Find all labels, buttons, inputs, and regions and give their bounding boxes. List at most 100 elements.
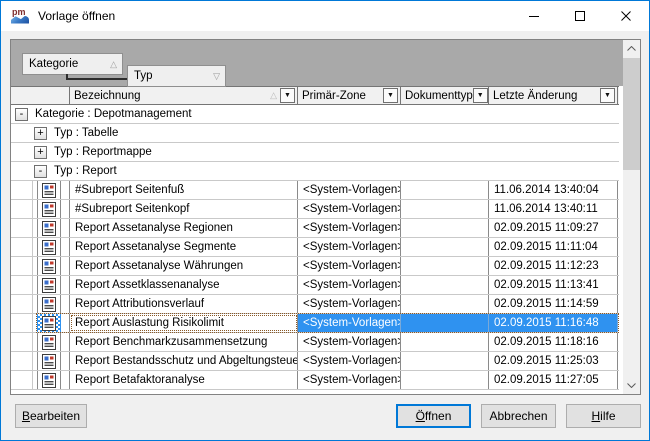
- group-row[interactable]: + Typ : Reportmappe: [11, 143, 619, 162]
- report-document-icon: [37, 238, 61, 256]
- row-letzte-aenderung: 02.09.2015 11:18:16: [489, 333, 618, 351]
- group-row[interactable]: - Kategorie : Depotmanagement: [11, 105, 619, 124]
- row-dokumenttyp: [401, 333, 489, 351]
- oeffnen-button[interactable]: Öffnen: [396, 404, 471, 428]
- row-bezeichnung: Report Assetanalyse Regionen: [70, 219, 298, 237]
- table-row[interactable]: Report Assetanalyse Währungen <System-Vo…: [11, 257, 619, 276]
- row-indicator-cell: [11, 276, 70, 294]
- row-primaer-zone: <System-Vorlagen>: [298, 371, 401, 389]
- header-letzte-aenderung[interactable]: Letzte Änderung ▼: [489, 87, 618, 104]
- tree-indent: [11, 371, 33, 389]
- table-row[interactable]: Report Assetanalyse Regionen <System-Vor…: [11, 219, 619, 238]
- row-letzte-aenderung: 11.06.2014 13:40:11: [489, 200, 618, 218]
- chevron-down-icon: ▼: [284, 92, 291, 99]
- row-letzte-aenderung: 02.09.2015 11:12:23: [489, 257, 618, 275]
- row-indicator-cell: [11, 295, 70, 313]
- app-icon: pm: [11, 9, 29, 24]
- table-row[interactable]: Report Benchmarkzusammensetzung <System-…: [11, 333, 619, 352]
- group-row[interactable]: - Typ : Report: [11, 162, 619, 181]
- filter-dropdown-button[interactable]: ▼: [383, 88, 398, 103]
- row-letzte-aenderung: 02.09.2015 11:25:03: [489, 352, 618, 370]
- row-primaer-zone: <System-Vorlagen>: [298, 238, 401, 256]
- group-row[interactable]: + Typ : Tabelle: [11, 124, 619, 143]
- header-dokumenttyp[interactable]: Dokumenttyp ▼: [401, 87, 489, 104]
- filter-dropdown-button[interactable]: ▼: [473, 88, 488, 103]
- maximize-button[interactable]: [557, 1, 603, 31]
- table-row[interactable]: Report Assetanalyse Segmente <System-Vor…: [11, 238, 619, 257]
- header-letzte-aenderung-label: Letzte Änderung: [493, 90, 577, 102]
- group-by-kategorie[interactable]: Kategorie △: [22, 53, 123, 75]
- group-by-typ[interactable]: Typ ▽: [127, 65, 226, 87]
- row-dokumenttyp: [401, 257, 489, 275]
- row-dokumenttyp: [401, 276, 489, 294]
- app-icon-wave: [11, 16, 29, 24]
- chevron-down-icon: ▼: [387, 92, 394, 99]
- app-icon-text: pm: [12, 7, 26, 17]
- table-row[interactable]: #Subreport Seitenkopf <System-Vorlagen> …: [11, 200, 619, 219]
- row-primaer-zone: <System-Vorlagen>: [298, 352, 401, 370]
- hilfe-button[interactable]: Hilfe: [566, 404, 641, 428]
- row-dokumenttyp: [401, 314, 489, 332]
- table-row[interactable]: Report Betafaktoranalyse <System-Vorlage…: [11, 371, 619, 390]
- report-document-icon: [37, 314, 61, 332]
- expand-collapse-button[interactable]: -: [34, 165, 47, 178]
- row-bezeichnung: Report Betafaktoranalyse: [70, 371, 298, 389]
- header-primaer-zone[interactable]: Primär-Zone ▼: [298, 87, 401, 104]
- scroll-up-button[interactable]: [623, 40, 640, 57]
- chevron-down-icon: ▼: [477, 92, 484, 99]
- scroll-down-button[interactable]: [623, 377, 640, 394]
- row-indicator-cell: [11, 371, 70, 389]
- sort-desc-icon: ▽: [199, 71, 220, 82]
- row-primaer-zone: <System-Vorlagen>: [298, 181, 401, 199]
- row-indicator-cell: [11, 333, 70, 351]
- abbrechen-button[interactable]: Abbrechen: [481, 404, 556, 428]
- vertical-scrollbar[interactable]: [623, 40, 640, 394]
- close-button[interactable]: [603, 1, 649, 31]
- table-row[interactable]: #Subreport Seitenfuß <System-Vorlagen> 1…: [11, 181, 619, 200]
- row-bezeichnung: Report Attributionsverlauf: [70, 295, 298, 313]
- minimize-button[interactable]: [511, 1, 557, 31]
- row-dokumenttyp: [401, 371, 489, 389]
- window-controls: [511, 1, 649, 31]
- row-indicator-cell: [11, 314, 70, 332]
- report-document-icon: [37, 371, 61, 389]
- tree-indent: [11, 238, 33, 256]
- chevron-down-icon: [627, 383, 636, 388]
- chevron-up-icon: [627, 46, 636, 51]
- row-primaer-zone: <System-Vorlagen>: [298, 295, 401, 313]
- sort-asc-icon: △: [96, 59, 117, 70]
- sort-asc-icon: △: [270, 90, 277, 101]
- table-row[interactable]: Report Auslastung Risikolimit <System-Vo…: [11, 314, 619, 333]
- row-dokumenttyp: [401, 295, 489, 313]
- filter-dropdown-button[interactable]: ▼: [600, 88, 615, 103]
- row-primaer-zone: <System-Vorlagen>: [298, 276, 401, 294]
- titlebar[interactable]: pm Vorlage öffnen: [1, 1, 649, 31]
- table-row[interactable]: Report Attributionsverlauf <System-Vorla…: [11, 295, 619, 314]
- row-indicator-cell: [11, 219, 70, 237]
- row-bezeichnung: Report Bestandsschutz und Abgeltungsteue…: [70, 352, 298, 370]
- group-label: Typ : Reportmappe: [54, 146, 152, 158]
- row-bezeichnung: #Subreport Seitenfuß: [70, 181, 298, 199]
- row-primaer-zone: <System-Vorlagen>: [298, 200, 401, 218]
- tree-indent: [11, 257, 33, 275]
- row-letzte-aenderung: 11.06.2014 13:40:04: [489, 181, 618, 199]
- row-indicator-cell: [11, 238, 70, 256]
- row-letzte-aenderung: 02.09.2015 11:09:27: [489, 219, 618, 237]
- report-document-icon: [37, 276, 61, 294]
- tree-indent: [11, 333, 33, 351]
- expand-collapse-button[interactable]: -: [15, 108, 28, 121]
- bearbeiten-button[interactable]: Bearbeiten: [15, 404, 87, 428]
- group-by-kategorie-label: Kategorie: [29, 58, 78, 70]
- table-row[interactable]: Report Assetklassenanalyse <System-Vorla…: [11, 276, 619, 295]
- scrollbar-thumb[interactable]: [623, 58, 640, 170]
- tree-indent: [11, 219, 33, 237]
- header-bezeichnung[interactable]: Bezeichnung △ ▼: [70, 87, 298, 104]
- expand-collapse-button[interactable]: +: [34, 127, 47, 140]
- table-row[interactable]: Report Bestandsschutz und Abgeltungsteue…: [11, 352, 619, 371]
- grid-rows: - Kategorie : Depotmanagement + Typ : Ta…: [11, 105, 619, 390]
- report-document-icon: [37, 181, 61, 199]
- row-indicator-cell: [11, 352, 70, 370]
- report-document-icon: [37, 200, 61, 218]
- filter-dropdown-button[interactable]: ▼: [280, 88, 295, 103]
- expand-collapse-button[interactable]: +: [34, 146, 47, 159]
